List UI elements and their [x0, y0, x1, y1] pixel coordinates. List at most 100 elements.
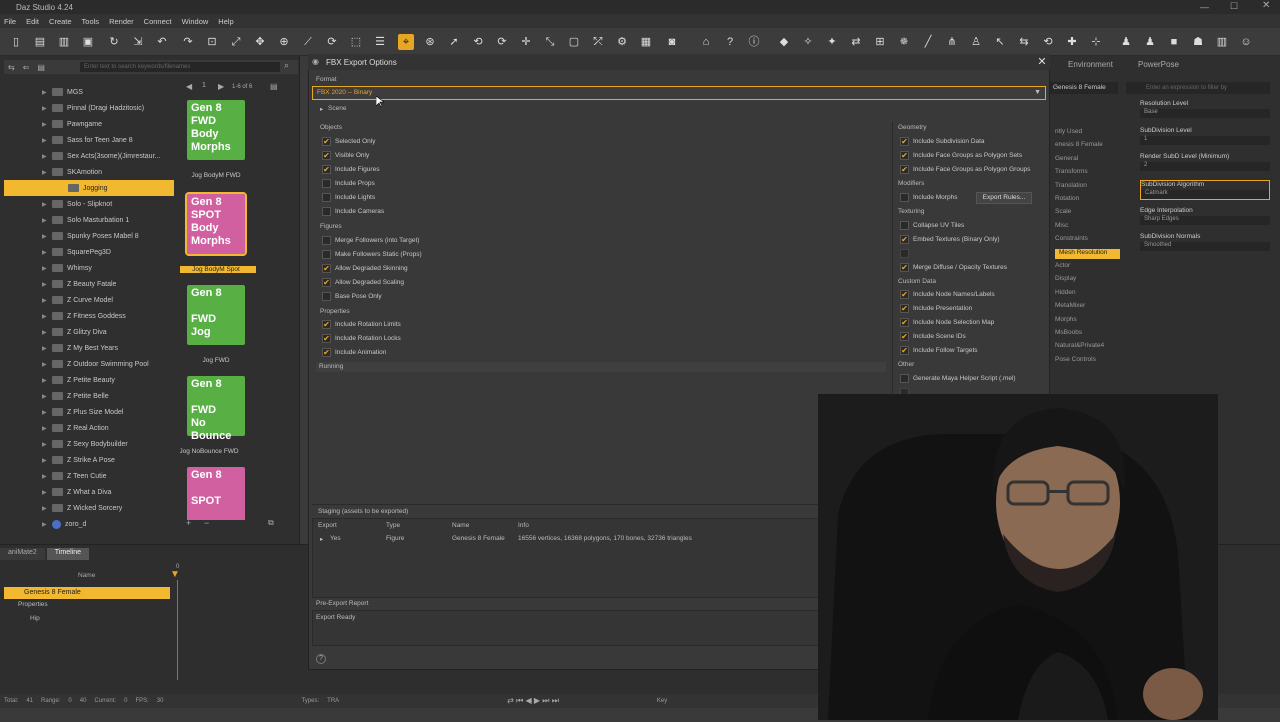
expand-arrow-icon[interactable]: ▶ — [42, 153, 50, 160]
help-icon[interactable]: ? — [722, 34, 738, 50]
surface-selection-icon[interactable]: ⤢ — [228, 34, 244, 50]
cross-icon[interactable]: ✚ — [1064, 34, 1080, 50]
checkbox-option[interactable]: ✔ Include Face Groups as Polygon Sets — [900, 151, 1022, 160]
expand-arrow-icon[interactable]: ▶ — [42, 121, 50, 128]
geometry-editor-icon[interactable]: ⟋ — [300, 34, 316, 50]
property-group[interactable]: Translation — [1055, 182, 1087, 189]
property-group[interactable]: Mesh Resolution — [1055, 248, 1120, 259]
property-group[interactable]: Pose Controls — [1055, 356, 1096, 363]
checkbox-option[interactable]: ✔ Include Face Groups as Polygon Groups — [900, 165, 1030, 174]
tree-item[interactable]: ▶ Z Beauty Fatale — [4, 276, 174, 292]
tree-item[interactable]: ▶ Z My Best Years — [4, 340, 174, 356]
expand-arrow-icon[interactable]: ▶ — [42, 169, 50, 176]
checkbox-icon[interactable]: ✔ — [322, 278, 331, 287]
remove-icon[interactable]: − — [204, 518, 209, 528]
tree-item[interactable]: ▶ Pinnal (Dragi Hadzitosic) — [4, 100, 174, 116]
merge-icon[interactable]: ▥ — [56, 34, 72, 50]
checkbox-option[interactable]: Include Cameras — [322, 207, 384, 216]
reverse-icon[interactable]: ⇆ — [1016, 34, 1032, 50]
joint-editor-icon[interactable]: ⊕ — [276, 34, 292, 50]
weight-icon[interactable]: ⊞ — [872, 34, 888, 50]
scene-expand-icon[interactable]: ▸ — [320, 105, 323, 113]
checkbox-option[interactable]: ✔ Allow Degraded Scaling — [322, 278, 404, 287]
col-name[interactable]: Name — [452, 522, 469, 529]
checkbox-icon[interactable]: ✔ — [900, 332, 909, 341]
maximize-icon[interactable]: ☐ — [1230, 1, 1238, 12]
expand-arrow-icon[interactable]: ▶ — [42, 105, 50, 112]
checkbox-icon[interactable]: ✔ — [900, 290, 909, 299]
scene-label[interactable]: Scene — [328, 105, 346, 112]
checkbox-option[interactable]: ✔ Embed Textures (Binary Only) — [900, 235, 1000, 244]
twist-icon[interactable]: ✦ — [824, 34, 840, 50]
tree-item[interactable]: ▶ Z Plus Size Model — [4, 404, 174, 420]
property-group[interactable]: Natural&Private4 — [1055, 342, 1104, 349]
range-end[interactable]: 40 — [80, 698, 87, 704]
checkbox-option[interactable]: ✔ Merge Diffuse / Opacity Textures — [900, 263, 1007, 272]
tree-item[interactable]: ▶ Solo Masturbation 1 — [4, 212, 174, 228]
tree-item[interactable]: ▶ SKAmotion — [4, 164, 174, 180]
checkbox-option[interactable]: ✔ Allow Degraded Skinning — [322, 264, 408, 273]
property-group[interactable]: ntly Used — [1055, 128, 1082, 135]
checkbox-icon[interactable]: ✔ — [900, 346, 909, 355]
checkbox-icon[interactable]: ✔ — [900, 137, 909, 146]
tree-item[interactable]: ▶ Z Real Action — [4, 420, 174, 436]
rotate-tool-icon[interactable]: ⟳ — [324, 34, 340, 50]
tree-item[interactable]: ▶ MGS — [4, 84, 174, 100]
content-thumbnail[interactable]: Gen 8 FWD Jog — [187, 285, 245, 345]
move-icon[interactable]: ✛ — [518, 34, 534, 50]
expand-arrow-icon[interactable]: ▶ — [42, 505, 50, 512]
fps-value[interactable]: 30 — [157, 698, 164, 704]
map-icon[interactable]: ▥ — [1214, 34, 1230, 50]
property-value[interactable]: 2 — [1140, 162, 1270, 171]
checkbox-option[interactable]: Merge Followers (into Target) — [322, 236, 419, 245]
checkbox-option[interactable]: ✔ Include Node Names/Labels — [900, 290, 995, 299]
checkbox-option[interactable]: Generate Maya Helper Script (.mel) — [900, 374, 1016, 383]
node-selection-icon[interactable]: ⊡ — [204, 34, 220, 50]
expand-arrow-icon[interactable]: ▶ — [42, 377, 50, 384]
property-value[interactable]: Catmark — [1141, 190, 1269, 199]
content-search-input[interactable]: Enter text to search keywords/filenames — [80, 62, 280, 72]
expand-arrow-icon[interactable]: ▶ — [42, 521, 50, 528]
total-value[interactable]: 41 — [26, 698, 33, 704]
checkbox-icon[interactable] — [322, 236, 331, 245]
property-group[interactable]: Constraints — [1055, 235, 1088, 242]
checkbox-option[interactable]: Include Props — [322, 179, 375, 188]
expand-arrow-icon[interactable]: ▶ — [42, 457, 50, 464]
filter-input[interactable]: Enter an expression to filter by — [1126, 82, 1270, 94]
expand-arrow-icon[interactable]: ▶ — [42, 345, 50, 352]
checkbox-icon[interactable] — [900, 374, 909, 383]
pointer-icon[interactable]: ↖ — [992, 34, 1008, 50]
property-group[interactable]: MetaMixer — [1055, 302, 1085, 309]
rig-icon[interactable]: ⋔ — [944, 34, 960, 50]
expand-arrow-icon[interactable]: ▶ — [42, 249, 50, 256]
checkbox-icon[interactable] — [322, 193, 331, 202]
property-item[interactable]: Resolution Level Base — [1140, 100, 1270, 118]
copy-icon[interactable]: ⧉ — [268, 518, 274, 528]
expand-arrow-icon[interactable]: ▶ — [42, 361, 50, 368]
minimize-icon[interactable]: — — [1200, 2, 1209, 12]
checkbox-icon[interactable]: ✔ — [900, 263, 909, 272]
checkbox-option[interactable]: ✔ Include Animation — [322, 348, 386, 357]
expand-arrow-icon[interactable]: ▶ — [42, 137, 50, 144]
render-settings-icon[interactable]: ⚙ — [614, 34, 630, 50]
property-item[interactable]: Edge Interpolation Sharp Edges — [1140, 207, 1270, 225]
avatar-icon[interactable]: ☺ — [1238, 34, 1254, 50]
menu-connect[interactable]: Connect — [144, 17, 172, 26]
property-value[interactable]: Base — [1140, 109, 1270, 118]
orbit-icon[interactable]: ⟳ — [494, 34, 510, 50]
tree-item[interactable]: ▶ Z Curve Model — [4, 292, 174, 308]
content-thumbnail[interactable]: Gen 8 FWD Body Morphs — [187, 100, 245, 160]
close-window-icon[interactable]: ✕ — [1262, 0, 1270, 11]
redo-icon[interactable]: ↷ — [180, 34, 196, 50]
col-type[interactable]: Type — [386, 522, 400, 529]
active-pose-icon[interactable]: ⌖ — [398, 34, 414, 50]
line-icon[interactable]: ╱ — [920, 34, 936, 50]
expand-arrow-icon[interactable]: ▶ — [42, 393, 50, 400]
expand-arrow-icon[interactable]: ▶ — [42, 329, 50, 336]
sync-icon[interactable]: ⇆ — [8, 63, 15, 72]
tree-item[interactable]: ▶ Z Sexy Bodybuilder — [4, 436, 174, 452]
thumbnail-label[interactable]: Jog BodyM Spot — [180, 266, 256, 273]
checkbox-icon[interactable]: ✔ — [322, 334, 331, 343]
open-icon[interactable]: ▤ — [32, 34, 48, 50]
property-group[interactable]: Misc — [1055, 222, 1068, 229]
